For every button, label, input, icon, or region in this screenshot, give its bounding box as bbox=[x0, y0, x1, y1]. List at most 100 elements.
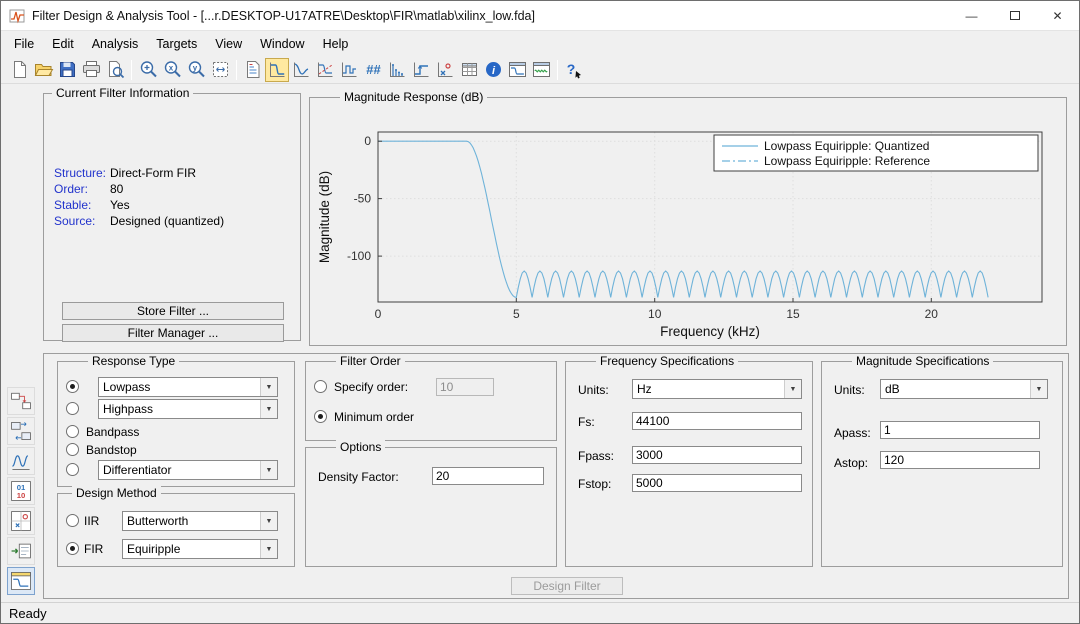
differentiator-type-combo[interactable]: Differentiator▼ bbox=[98, 460, 278, 480]
menu-item-file[interactable]: File bbox=[5, 34, 43, 54]
svg-text:Lowpass Equiripple: Quantized: Lowpass Equiripple: Quantized bbox=[764, 139, 929, 153]
pole-zero-editor-button[interactable] bbox=[7, 507, 35, 535]
iir-radio[interactable] bbox=[66, 514, 79, 527]
bandstop-radio[interactable] bbox=[66, 443, 79, 456]
create-multirate-filter-button[interactable] bbox=[7, 417, 35, 445]
set-quantization-parameters-icon: 0110 bbox=[9, 479, 33, 503]
specify-order-radio[interactable] bbox=[314, 380, 327, 393]
realize-model-icon bbox=[9, 389, 33, 413]
apass-input[interactable] bbox=[880, 421, 1040, 439]
astop-input[interactable] bbox=[880, 451, 1040, 469]
source-label: Source: bbox=[54, 214, 95, 228]
toolbar-separator bbox=[557, 60, 558, 80]
apass-label: Apass: bbox=[834, 426, 871, 440]
new-session-icon[interactable] bbox=[7, 58, 31, 82]
menu-item-view[interactable]: View bbox=[206, 34, 251, 54]
magnitude-response-chart[interactable]: 051015200-50-100Frequency (kHz)Magnitude… bbox=[314, 106, 1064, 341]
chevron-down-icon: ▼ bbox=[260, 540, 277, 558]
menu-item-analysis[interactable]: Analysis bbox=[83, 34, 148, 54]
phase-delay-icon[interactable]: ## bbox=[361, 58, 385, 82]
lowpass-type-combo[interactable]: Lowpass▼ bbox=[98, 377, 278, 397]
frequency-specifications-group: Frequency Specifications Units: Hz▼ Fs: … bbox=[565, 361, 813, 567]
svg-text:10: 10 bbox=[17, 491, 26, 500]
iir-method-combo[interactable]: Butterworth▼ bbox=[122, 511, 278, 531]
svg-text:10: 10 bbox=[648, 307, 662, 321]
specify-order-label: Specify order: bbox=[334, 380, 408, 394]
design-filter-button[interactable] bbox=[7, 567, 35, 595]
impulse-response-icon[interactable] bbox=[385, 58, 409, 82]
filter-info-row: Stable: Yes bbox=[44, 198, 300, 212]
svg-text:0: 0 bbox=[364, 134, 371, 148]
density-factor-input[interactable] bbox=[432, 467, 544, 485]
minimize-button[interactable]: — bbox=[950, 1, 993, 30]
combo-value: Equiripple bbox=[123, 540, 260, 558]
units-label: Units: bbox=[834, 383, 865, 397]
filter-manager-button[interactable]: Filter Manager ... bbox=[62, 324, 284, 342]
svg-text:-50: -50 bbox=[354, 192, 372, 206]
open-session-icon[interactable] bbox=[31, 58, 55, 82]
print-preview-icon[interactable] bbox=[103, 58, 127, 82]
lowpass-radio[interactable] bbox=[66, 380, 79, 393]
filter-information-icon[interactable]: i bbox=[481, 58, 505, 82]
filter-specifications-icon[interactable] bbox=[241, 58, 265, 82]
svg-text:##: ## bbox=[366, 62, 381, 77]
bandpass-radio[interactable] bbox=[66, 425, 79, 438]
combo-value: Highpass bbox=[99, 400, 260, 418]
fstop-input[interactable] bbox=[632, 474, 802, 492]
design-filter-icon bbox=[9, 569, 33, 593]
magnitude-response-estimate-icon[interactable] bbox=[505, 58, 529, 82]
create-multirate-filter-icon bbox=[9, 419, 33, 443]
svg-text:15: 15 bbox=[786, 307, 800, 321]
magnitude-response-icon[interactable] bbox=[265, 58, 289, 82]
highpass-type-combo[interactable]: Highpass▼ bbox=[98, 399, 278, 419]
fpass-input[interactable] bbox=[632, 446, 802, 464]
density-factor-label: Density Factor: bbox=[318, 470, 399, 484]
group-title: Response Type bbox=[88, 354, 179, 368]
minimum-order-label: Minimum order bbox=[334, 410, 414, 424]
combo-value: Butterworth bbox=[123, 512, 260, 530]
full-view-icon[interactable] bbox=[208, 58, 232, 82]
menu-item-window[interactable]: Window bbox=[251, 34, 313, 54]
magnitude-and-phase-responses-icon[interactable] bbox=[313, 58, 337, 82]
highpass-radio[interactable] bbox=[66, 402, 79, 415]
filter-coefficients-icon[interactable] bbox=[457, 58, 481, 82]
fir-label: FIR bbox=[84, 542, 103, 556]
realize-model-button[interactable] bbox=[7, 387, 35, 415]
chevron-down-icon: ▼ bbox=[260, 512, 277, 530]
menu-item-help[interactable]: Help bbox=[314, 34, 358, 54]
zoom-y-icon[interactable]: y bbox=[184, 58, 208, 82]
pole-zero-plot-icon[interactable] bbox=[433, 58, 457, 82]
differentiator-radio[interactable] bbox=[66, 463, 79, 476]
sidebar-panel-buttons: 0110 bbox=[7, 387, 39, 599]
import-filter-button[interactable] bbox=[7, 537, 35, 565]
whats-this-help-icon[interactable]: ? bbox=[562, 58, 586, 82]
zoom-x-icon[interactable]: x bbox=[160, 58, 184, 82]
svg-text:20: 20 bbox=[925, 307, 939, 321]
magnitude-units-combo[interactable]: dB▼ bbox=[880, 379, 1048, 399]
round-off-noise-power-spectrum-icon[interactable] bbox=[529, 58, 553, 82]
print-icon[interactable] bbox=[79, 58, 103, 82]
fir-method-combo[interactable]: Equiripple▼ bbox=[122, 539, 278, 559]
menu-item-edit[interactable]: Edit bbox=[43, 34, 83, 54]
maximize-button[interactable] bbox=[993, 1, 1036, 30]
fdatool-window: Filter Design & Analysis Tool - [...r.DE… bbox=[0, 0, 1080, 624]
store-filter-button[interactable]: Store Filter ... bbox=[62, 302, 284, 320]
zoom-in-icon[interactable] bbox=[136, 58, 160, 82]
save-session-icon[interactable] bbox=[55, 58, 79, 82]
fs-input[interactable] bbox=[632, 412, 802, 430]
magnitude-response-svg: 051015200-50-100Frequency (kHz)Magnitude… bbox=[314, 106, 1064, 341]
svg-text:5: 5 bbox=[513, 307, 520, 321]
stable-value: Yes bbox=[110, 198, 130, 212]
close-button[interactable]: ✕ bbox=[1036, 1, 1079, 30]
frequency-units-combo[interactable]: Hz▼ bbox=[632, 379, 802, 399]
panel-title: Current Filter Information bbox=[52, 86, 193, 100]
group-delay-response-icon[interactable] bbox=[337, 58, 361, 82]
set-quantization-parameters-button[interactable]: 0110 bbox=[7, 477, 35, 505]
transform-filter-button[interactable] bbox=[7, 447, 35, 475]
filter-info-row: Source: Designed (quantized) bbox=[44, 214, 300, 228]
phase-response-icon[interactable] bbox=[289, 58, 313, 82]
step-response-icon[interactable] bbox=[409, 58, 433, 82]
menu-item-targets[interactable]: Targets bbox=[147, 34, 206, 54]
minimum-order-radio[interactable] bbox=[314, 410, 327, 423]
fir-radio[interactable] bbox=[66, 542, 79, 555]
